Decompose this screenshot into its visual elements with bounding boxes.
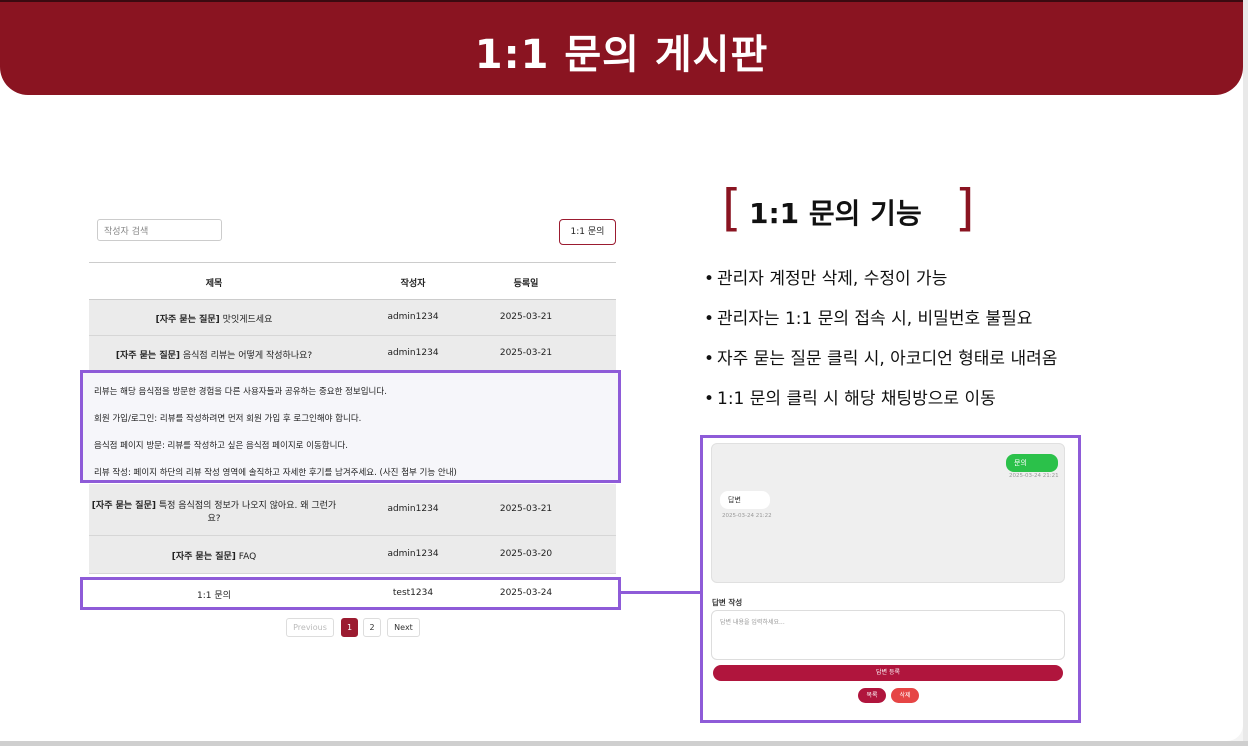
table-header: 제목 작성자 등록일 (89, 262, 616, 300)
faq-tag: [자주 묻는 질문] (91, 501, 156, 511)
row-author: admin1234 (387, 348, 439, 358)
faq-accordion-content: 리뷰는 해당 음식점을 방문한 경험을 다른 사용자들과 공유하는 중요한 정보… (80, 370, 621, 483)
row-author: admin1234 (387, 504, 439, 514)
row-date: 2025-03-24 (499, 588, 553, 598)
faq-tag: [자주 묻는 질문] (115, 351, 181, 361)
row-author: admin1234 (387, 312, 439, 322)
reply-label: 답변 작성 (712, 598, 743, 607)
previous-page-button[interactable]: Previous (286, 618, 334, 637)
row-title: [자주 묻는 질문] 음식점 리뷰는 어떻게 작성하나요? (115, 351, 313, 361)
faq-tag: [자주 묻는 질문] (155, 315, 220, 325)
feature-item: • 관리자는 1:1 문의 접속 시, 비밀번호 불필요 (704, 309, 1033, 329)
my-message-time: 2025-03-24 21:21 (1009, 473, 1059, 479)
bracket-right: ] (955, 179, 975, 237)
row-date: 2025-03-21 (499, 504, 553, 514)
page-edge-right (1243, 0, 1248, 746)
inquiry-button[interactable]: 1:1 문의 (559, 219, 616, 245)
column-author: 작성자 (400, 279, 426, 289)
slide: 1:1 문의 게시판 작성자 검색 1:1 문의 제목 작성자 등록일 [자주 … (0, 0, 1243, 741)
bracket-left: [ (722, 179, 742, 237)
row-title: [자주 묻는 질문] 특정 음식점의 정보가 나오지 않아요. 왜 그런가 요? (91, 501, 337, 524)
next-page-button[interactable]: Next (387, 618, 420, 637)
my-message-bubble: 문의 (1006, 454, 1058, 472)
accordion-line: 리뷰 작성: 페이지 하단의 리뷰 작성 영역에 솔직하고 자세한 후기를 남겨… (94, 468, 457, 478)
faq-tag: [자주 묻는 질문] (171, 552, 236, 562)
page-title: 1:1 문의 게시판 (474, 32, 769, 78)
reply-message-time: 2025-03-24 21:22 (722, 513, 772, 519)
column-title: 제목 (205, 279, 223, 289)
feature-item: • 1:1 문의 클릭 시 해당 채팅방으로 이동 (704, 389, 996, 409)
accordion-line: 회원 가입/로그인: 리뷰를 작성하려면 먼저 회원 가입 후 로그인해야 합니… (94, 414, 362, 424)
feature-title: 1:1 문의 기능 (749, 197, 922, 230)
register-reply-button[interactable]: 답변 등록 (713, 665, 1063, 681)
page-2-button[interactable]: 2 (363, 618, 381, 637)
chat-message-area: 문의 2025-03-24 21:21 답변 2025-03-24 21:22 (711, 443, 1065, 583)
inquiry-row[interactable]: 1:1 문의 test1234 2025-03-24 (80, 577, 621, 610)
table-row[interactable]: [자주 묻는 질문] 맛잇게드세요 admin1234 2025-03-21 (89, 300, 616, 336)
table-row[interactable]: [자주 묻는 질문] FAQ admin1234 2025-03-20 (89, 536, 616, 574)
row-title: [자주 묻는 질문] 맛잇게드세요 (155, 315, 273, 325)
row-date: 2025-03-20 (499, 549, 553, 559)
column-date: 등록일 (513, 279, 539, 289)
list-button[interactable]: 목록 (858, 688, 886, 703)
delete-button[interactable]: 삭제 (891, 688, 919, 703)
row-title: 1:1 문의 (197, 591, 231, 601)
reply-message-bubble: 답변 (720, 491, 770, 509)
page-1-button[interactable]: 1 (341, 618, 358, 637)
table-row[interactable]: [자주 묻는 질문] 음식점 리뷰는 어떻게 작성하나요? admin1234 … (89, 336, 616, 372)
row-date: 2025-03-21 (499, 348, 553, 358)
author-search-input[interactable]: 작성자 검색 (97, 219, 222, 241)
row-title: [자주 묻는 질문] FAQ (171, 552, 257, 562)
reply-textarea[interactable]: 답변 내용을 입력하세요... (711, 610, 1065, 660)
page-edge-bottom (0, 741, 1248, 746)
chat-screenshot: 문의 2025-03-24 21:21 답변 2025-03-24 21:22 … (700, 435, 1081, 723)
feature-item: • 관리자 계정만 삭제, 수정이 가능 (704, 269, 948, 289)
row-author: admin1234 (387, 549, 439, 559)
accordion-line: 리뷰는 해당 음식점을 방문한 경험을 다른 사용자들과 공유하는 중요한 정보… (94, 387, 387, 397)
header-banner: 1:1 문의 게시판 (0, 0, 1243, 95)
table-row[interactable]: [자주 묻는 질문] 특정 음식점의 정보가 나오지 않아요. 왜 그런가 요? … (89, 484, 616, 536)
row-author: test1234 (392, 588, 434, 598)
row-date: 2025-03-21 (499, 312, 553, 322)
accordion-line: 음식점 페이지 방문: 리뷰를 작성하고 싶은 음식점 페이지로 이동합니다. (94, 441, 348, 451)
connector-line (621, 591, 702, 594)
feature-item: • 자주 묻는 질문 클릭 시, 아코디언 형태로 내려옴 (704, 349, 1058, 369)
